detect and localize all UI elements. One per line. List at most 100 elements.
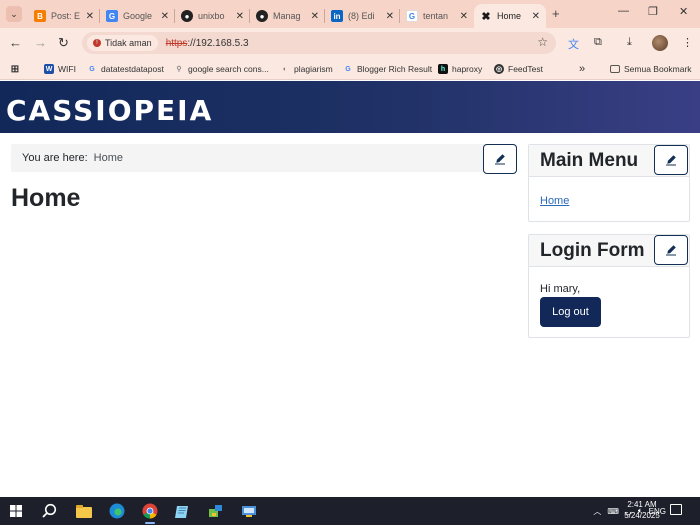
bookmark-wifi[interactable]: W WIFI (44, 62, 76, 76)
tab-post[interactable]: B Post: E ✕ (28, 4, 100, 28)
extensions-icon[interactable]: ⧉ (594, 36, 602, 49)
edit-main-menu-button[interactable] (654, 145, 688, 175)
clock-date: 5/24/2025 (624, 511, 660, 520)
apps-grid-icon[interactable]: ⊞ (10, 62, 24, 76)
tab-title: unixbo (198, 11, 225, 21)
new-tab-button[interactable]: + (552, 6, 560, 21)
minimize-icon[interactable]: — (618, 5, 629, 17)
page-title: Home (11, 184, 81, 212)
tab-github-manage[interactable]: ● Manag ✕ (250, 4, 325, 28)
haproxy-icon: h (438, 64, 448, 74)
tab-title: (8) Edi (348, 11, 375, 21)
translate-icon[interactable]: 文 (568, 36, 579, 52)
close-tab-icon[interactable]: ✕ (532, 11, 540, 22)
chrome-icon[interactable] (134, 497, 166, 525)
site-header: CASSIOPEIA (0, 81, 700, 133)
bookmarks-bar: ⊞ W WIFI G datatestdatapost ⚲ google sea… (0, 58, 700, 80)
edit-icon (666, 155, 676, 166)
google-translate-icon: G (106, 10, 118, 22)
chevron-up-icon[interactable]: ︿ (593, 506, 601, 517)
edit-login-form-button[interactable] (654, 235, 688, 265)
google-icon: G (345, 65, 351, 73)
breadcrumb-prefix: You are here: (22, 152, 88, 164)
file-explorer-icon[interactable] (68, 497, 100, 525)
plagiarism-icon: ◐ (282, 65, 288, 73)
site-brand-logo[interactable]: CASSIOPEIA (6, 94, 213, 127)
search-icon[interactable] (33, 497, 65, 525)
close-window-icon[interactable]: ✕ (679, 5, 688, 18)
menu-link-home[interactable]: Home (540, 195, 569, 207)
close-tab-icon[interactable]: ✕ (86, 11, 94, 22)
search-console-icon: ⚲ (176, 66, 182, 73)
profile-avatar[interactable] (652, 35, 668, 51)
bookmark-star-icon[interactable]: ☆ (537, 35, 548, 49)
bookmark-plagiarism[interactable]: ◐ plagiarism (280, 62, 333, 76)
forward-arrow-icon[interactable]: → (34, 35, 47, 50)
breadcrumb-current: Home (93, 152, 123, 164)
tab-search-button[interactable]: ⌄ (6, 6, 22, 22)
bookmark-search-console[interactable]: ⚲ google search cons... (174, 62, 268, 76)
tab-title: Manag (273, 11, 301, 21)
edit-icon (666, 245, 676, 256)
tab-home-active[interactable]: ✖ Home ✕ (474, 4, 546, 28)
tab-title: tentan (423, 11, 449, 21)
remote-desktop-icon[interactable] (233, 497, 265, 525)
notepad-icon[interactable] (167, 497, 199, 525)
close-tab-icon[interactable]: ✕ (236, 11, 244, 22)
wifi-bookmark-icon: W (44, 64, 54, 74)
feed-icon: ◎ (494, 64, 504, 74)
url-scheme: https (165, 37, 188, 49)
close-tab-icon[interactable]: ✕ (311, 11, 319, 22)
warning-icon: ! (93, 39, 101, 47)
bookmark-label: FeedTest (508, 64, 543, 74)
bookmark-label: Semua Bookmark (624, 64, 692, 74)
reload-icon[interactable]: ↻ (58, 35, 69, 51)
notification-center-icon[interactable] (670, 504, 682, 515)
browser-toolbar: ← → ↻ ! Tidak aman https://192.168.5.3 ☆… (0, 28, 700, 58)
tab-title: Post: E (51, 11, 81, 21)
joomla-icon: ✖ (481, 10, 491, 23)
network-tool-icon[interactable] (200, 497, 232, 525)
browser-tab-strip: ⌄ B Post: E ✕ G Google ✕ ● unixbo ✕ ● Ma… (0, 0, 700, 28)
tab-title: Google (123, 11, 153, 21)
all-bookmarks-folder[interactable]: Semua Bookmark (610, 62, 692, 76)
tab-google-translate[interactable]: G Google ✕ (100, 4, 175, 28)
screen: ⌄ B Post: E ✕ G Google ✕ ● unixbo ✕ ● Ma… (0, 0, 700, 525)
windows-start-icon[interactable] (0, 497, 32, 525)
linkedin-icon: in (331, 10, 343, 22)
tab-google-search[interactable]: G tentan ✕ (400, 4, 474, 28)
bookmark-label: haproxy (452, 64, 483, 74)
restore-icon[interactable]: ❐ (648, 5, 658, 18)
github-icon: ● (181, 10, 193, 22)
clock[interactable]: 2:41 AM 5/24/2025 (618, 499, 666, 521)
tab-linkedin[interactable]: in (8) Edi ✕ (325, 4, 400, 28)
close-tab-icon[interactable]: ✕ (161, 11, 169, 22)
url-text[interactable]: https://192.168.5.3 (166, 38, 249, 49)
edit-breadcrumb-button[interactable] (483, 144, 517, 174)
windows-taskbar: ︿ ⌨ ◡ 🔈︎ ENG 2:41 AM 5/24/2025 (0, 497, 700, 525)
bookmark-blogger-rich-result[interactable]: G Blogger Rich Result (343, 62, 432, 76)
tab-github-unixbo[interactable]: ● unixbo ✕ (175, 4, 250, 28)
bookmark-feedtest[interactable]: ◎ FeedTest (494, 62, 543, 76)
more-bookmarks-chevron-icon[interactable]: » (579, 62, 585, 76)
logout-button[interactable]: Log out (540, 297, 601, 327)
security-label: Tidak aman (105, 38, 152, 48)
back-arrow-icon[interactable]: ← (9, 35, 22, 50)
close-tab-icon[interactable]: ✕ (460, 11, 468, 22)
address-bar[interactable]: ! Tidak aman https://192.168.5.3 ☆ (82, 32, 556, 54)
download-icon[interactable]: ⤓ (627, 36, 632, 49)
edit-icon (495, 154, 505, 165)
edge-icon[interactable] (101, 497, 133, 525)
close-tab-icon[interactable]: ✕ (386, 11, 394, 22)
bookmark-haproxy[interactable]: h haproxy (438, 62, 482, 76)
breadcrumb: You are here: Home (11, 144, 517, 172)
security-chip[interactable]: ! Tidak aman (87, 35, 158, 51)
google-icon: G (89, 65, 95, 73)
bookmark-datatestdatapost[interactable]: G datatestdatapost (87, 62, 164, 76)
greeting-text: Hi mary, (540, 283, 581, 295)
github-icon: ● (256, 10, 268, 22)
clock-time: 2:41 AM (627, 500, 657, 509)
bookmark-label: WIFI (58, 64, 76, 74)
folder-icon (610, 65, 620, 73)
kebab-menu-icon[interactable]: ⋮ (682, 36, 693, 49)
